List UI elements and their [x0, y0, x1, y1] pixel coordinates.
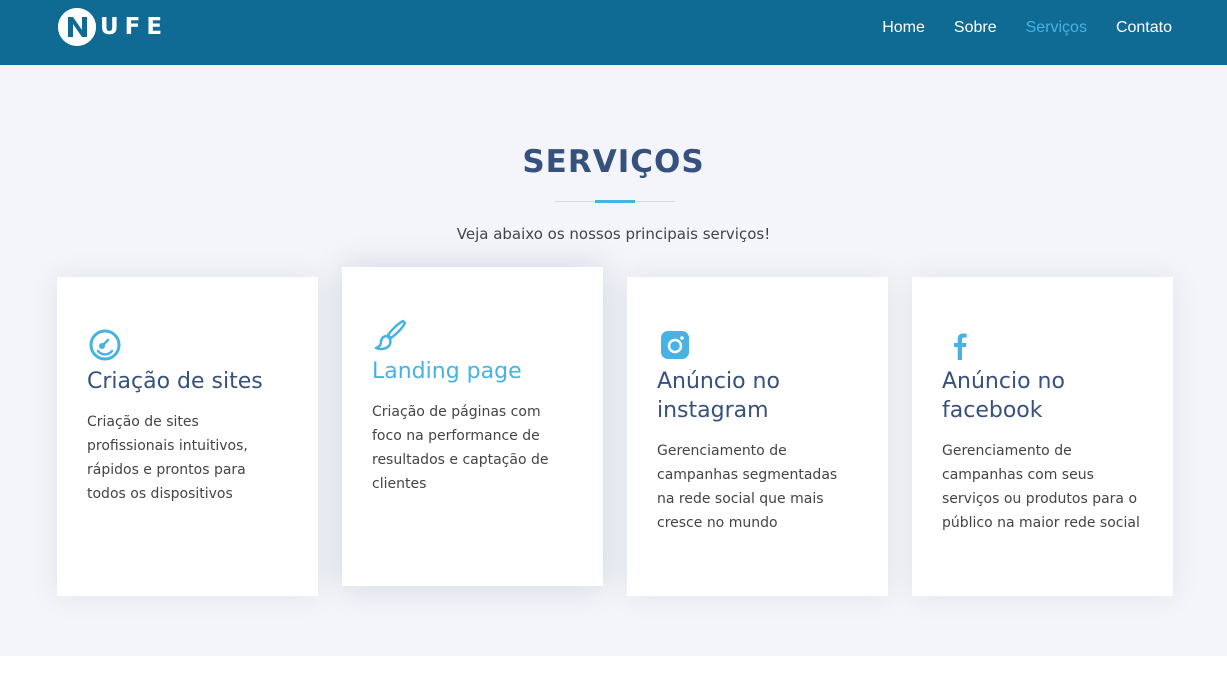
nav-sobre[interactable]: Sobre: [954, 18, 997, 38]
service-title[interactable]: Anúncio no instagram: [657, 367, 858, 425]
paintbrush-icon: [372, 317, 408, 353]
dashboard-gauge-icon: [87, 327, 123, 363]
brand-name: UFE: [100, 14, 169, 40]
service-title[interactable]: Criação de sites: [87, 367, 288, 396]
nav-servicos[interactable]: Serviços: [1026, 18, 1087, 38]
section-title: SERVIÇOS: [522, 144, 705, 180]
service-card-instagram[interactable]: Anúncio no instagram Gerenciamento de ca…: [627, 277, 888, 596]
instagram-icon: [657, 327, 693, 363]
facebook-icon: [942, 327, 978, 363]
nav-home[interactable]: Home: [882, 18, 925, 38]
service-card-landing[interactable]: Landing page Criação de páginas com foco…: [342, 267, 603, 586]
service-title[interactable]: Anúncio no facebook: [942, 367, 1143, 425]
service-description: Gerenciamento de campanhas segmentadas n…: [657, 443, 838, 531]
service-description: Criação de sites profissionais intuitivo…: [87, 414, 248, 502]
services-section: SERVIÇOS Veja abaixo os nossos principai…: [0, 65, 1227, 656]
logo-mark-icon: [58, 8, 96, 46]
service-description: Gerenciamento de campanhas com seus serv…: [942, 443, 1140, 531]
service-description: Criação de páginas com foco na performan…: [372, 404, 549, 492]
service-title[interactable]: Landing page: [372, 357, 573, 386]
service-card-sites[interactable]: Criação de sites Criação de sites profis…: [57, 277, 318, 596]
nav-contato[interactable]: Contato: [1116, 18, 1172, 38]
main-nav: Home Sobre Serviços Contato: [882, 18, 1172, 38]
title-divider-accent: [595, 200, 635, 203]
section-subtitle: Veja abaixo os nossos principais serviço…: [456, 225, 771, 243]
logo[interactable]: UFE: [58, 8, 168, 46]
service-card-facebook[interactable]: Anúncio no facebook Gerenciamento de cam…: [912, 277, 1173, 596]
site-header: UFE Home Sobre Serviços Contato: [0, 0, 1227, 65]
